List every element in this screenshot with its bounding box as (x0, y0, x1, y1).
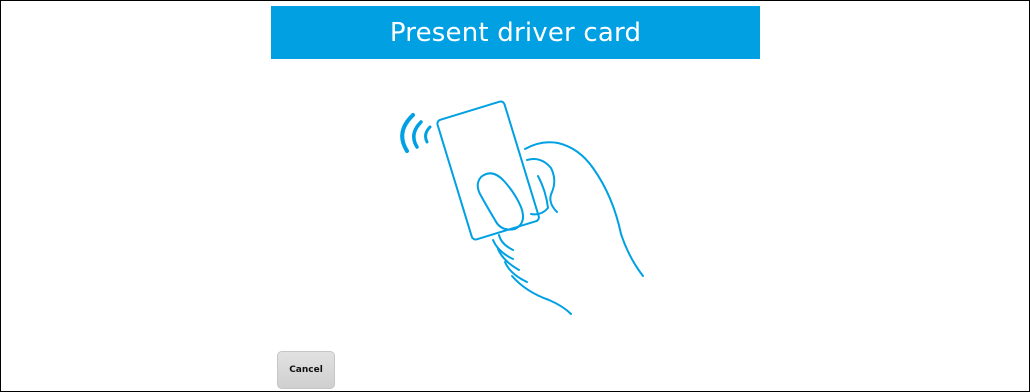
page-title: Present driver card (389, 17, 642, 48)
cancel-button[interactable]: Cancel (277, 351, 335, 389)
title-bar: Present driver card (271, 6, 760, 59)
hand-shape (476, 141, 644, 315)
driver-card-shape (436, 100, 540, 241)
hand-presenting-card-icon (400, 100, 644, 315)
contactless-waves-icon (400, 113, 432, 153)
card-prompt-screen: Present driver card Cancel (0, 0, 1030, 392)
